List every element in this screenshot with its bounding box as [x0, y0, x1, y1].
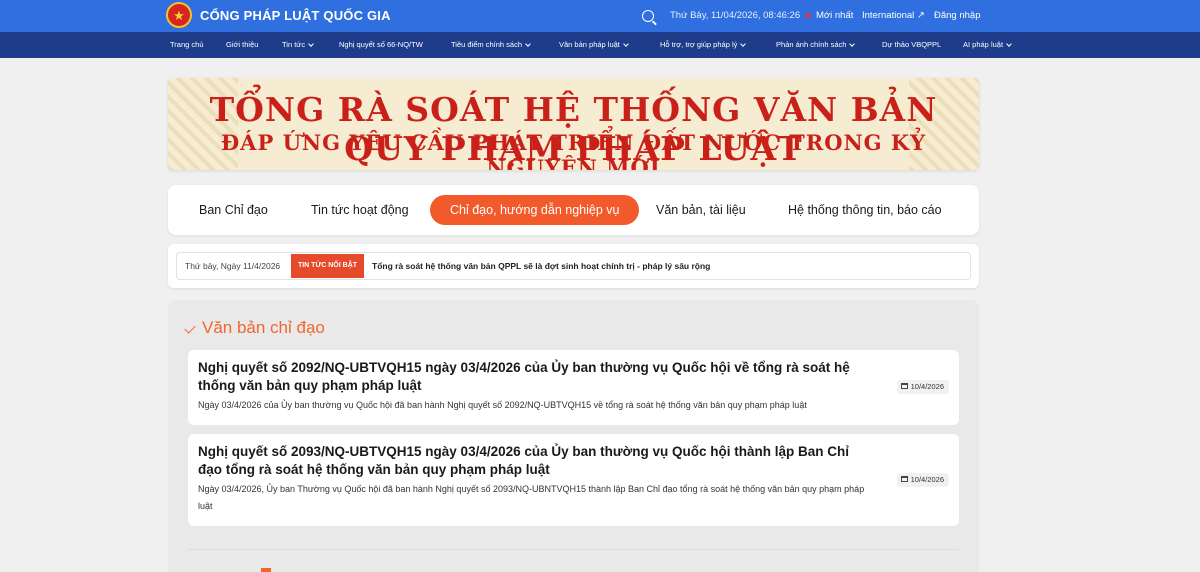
chevron-down-icon [623, 41, 629, 47]
national-emblem-logo[interactable]: ★ [166, 2, 192, 28]
document-summary: Ngày 03/4/2026 của Ủy ban thường vụ Quốc… [198, 400, 807, 410]
banner-subheadline: ĐÁP ỨNG YÊU CẦU PHÁT TRIỂN ĐẤT NƯỚC TRON… [220, 130, 927, 170]
nav-item-resolution-66[interactable]: Nghị quyết số 66-NQ/TW [339, 40, 423, 49]
check-icon [184, 322, 196, 334]
document-title-link[interactable]: Nghị quyết số 2092/NQ-UBTVQH15 ngày 03/4… [198, 359, 873, 395]
tab-activity-news[interactable]: Tin tức hoạt động [311, 195, 409, 225]
nav-item-legal-documents[interactable]: Văn bản pháp luật [559, 40, 629, 49]
tab-reporting-system[interactable]: Hệ thống thông tin, báo cáo [788, 195, 942, 225]
chevron-down-icon [308, 41, 314, 47]
search-icon[interactable] [642, 10, 654, 22]
chevron-down-icon [525, 41, 531, 47]
site-title[interactable]: CỔNG PHÁP LUẬT QUỐC GIA [200, 8, 391, 23]
section-divider [188, 549, 959, 550]
tab-documents[interactable]: Văn bản, tài liệu [656, 195, 746, 225]
top-bar: ★ CỔNG PHÁP LUẬT QUỐC GIA Thứ Bảy, 11/04… [0, 0, 1200, 32]
nav-item-draft-documents[interactable]: Dự thảo VBQPPL [882, 40, 941, 49]
campaign-banner[interactable]: TỔNG RÀ SOÁT HỆ THỐNG VĂN BẢN QUY PHẠM P… [168, 78, 979, 170]
nav-item-about[interactable]: Giới thiệu [226, 40, 258, 49]
document-card[interactable]: Nghị quyết số 2092/NQ-UBTVQH15 ngày 03/4… [188, 350, 959, 425]
section-tabs: Ban Chỉ đạo Tin tức hoạt động Chỉ đạo, h… [168, 185, 979, 235]
calendar-icon [900, 476, 908, 482]
ticker-date: Thứ bảy, Ngày 11/4/2026 [185, 261, 281, 271]
international-link[interactable]: International ↗ [862, 10, 925, 21]
current-datetime: Thứ Bảy, 11/04/2026, 08:46:26 [670, 10, 801, 21]
chevron-down-icon [740, 41, 747, 47]
nav-item-policy-feedback[interactable]: Phản ánh chính sách [776, 40, 856, 49]
document-date: 10/4/2026 [896, 380, 949, 394]
nav-item-home[interactable]: Trang chủ [170, 40, 204, 49]
directive-documents-section: Văn bản chỉ đạo Nghị quyết số 2092/NQ-UB… [168, 300, 979, 572]
news-ticker: Thứ bảy, Ngày 11/4/2026 TIN TỨC NỔI BẬT … [168, 244, 979, 288]
nav-item-news[interactable]: Tin tức [282, 40, 314, 49]
ticker-box: Thứ bảy, Ngày 11/4/2026 TIN TỨC NỔI BẬT … [176, 252, 971, 280]
nav-item-policy-focus[interactable]: Tiêu điểm chính sách [451, 40, 531, 49]
document-title-link[interactable]: Nghị quyết số 2093/NQ-UBTVQH15 ngày 03/4… [198, 443, 873, 479]
new-indicator-dot [806, 13, 811, 18]
calendar-icon [900, 383, 908, 389]
section-title[interactable]: Văn bản chỉ đạo [202, 318, 325, 338]
main-nav: Trang chủ Giới thiệu Tin tức Nghị quyết … [0, 32, 1200, 58]
ticker-headline-link[interactable]: Tổng rà soát hệ thống văn bản QPPL sẽ là… [372, 261, 710, 271]
chevron-down-icon [1006, 41, 1012, 47]
chevron-down-icon [849, 41, 856, 47]
document-summary: Ngày 03/4/2026, Ủy ban Thường vụ Quốc hộ… [198, 484, 865, 511]
next-section-marker [261, 568, 271, 572]
document-date: 10/4/2026 [896, 473, 949, 487]
latest-news-link[interactable]: Mới nhất [816, 10, 853, 21]
tab-guidance[interactable]: Chỉ đạo, hướng dẫn nghiệp vụ [430, 195, 640, 225]
nav-item-ai-law[interactable]: AI pháp luật [963, 40, 1012, 49]
document-card[interactable]: Nghị quyết số 2093/NQ-UBTVQH15 ngày 03/4… [188, 434, 959, 526]
featured-news-badge: TIN TỨC NỔI BẬT [291, 254, 364, 278]
tab-steering-committee[interactable]: Ban Chỉ đạo [199, 195, 268, 225]
star-icon: ★ [173, 7, 185, 23]
login-link[interactable]: Đăng nhập [934, 10, 980, 21]
nav-item-legal-support[interactable]: Hỗ trợ, trợ giúp pháp lý [660, 40, 747, 49]
